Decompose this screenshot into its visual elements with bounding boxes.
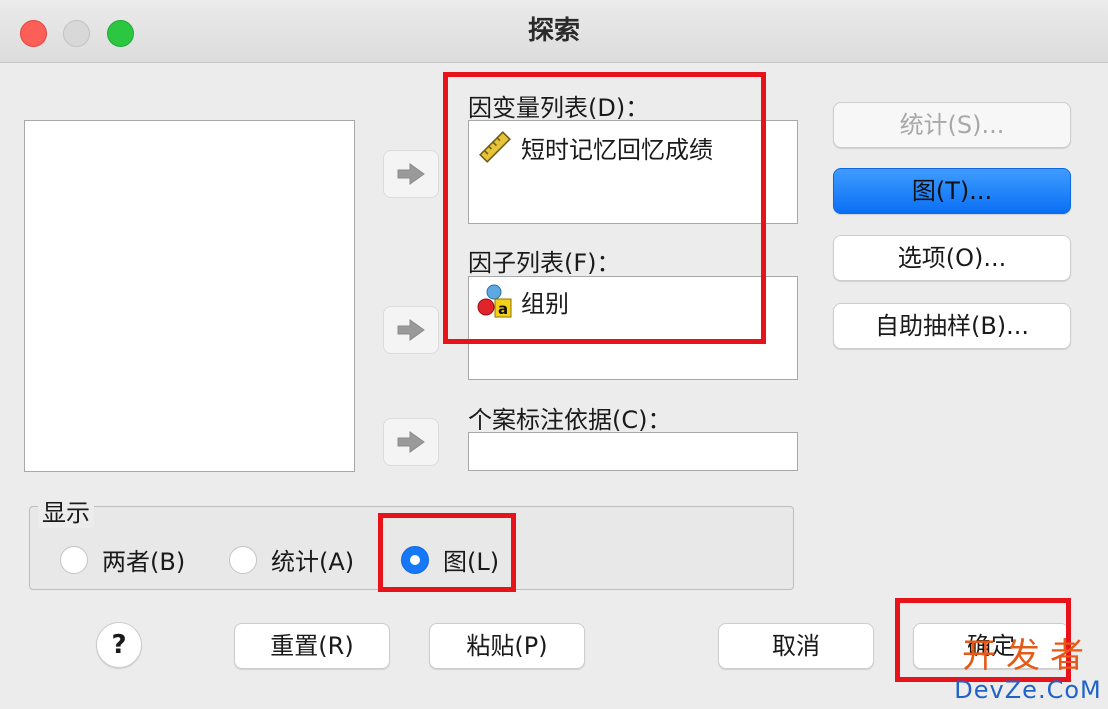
highlight-box-lists (443, 72, 766, 344)
radio-statistics[interactable]: 统计(A) (229, 542, 354, 577)
case-label-field[interactable] (468, 432, 798, 471)
right-arrow-icon (397, 319, 425, 341)
help-button[interactable]: ? (96, 622, 142, 668)
move-to-dependent-button[interactable] (383, 150, 439, 198)
radio-button-icon (60, 545, 88, 574)
paste-button[interactable]: 粘贴(P) (429, 623, 585, 669)
radio-label: 统计(A) (271, 548, 355, 576)
radio-both[interactable]: 两者(B) (60, 542, 185, 577)
radio-label: 两者(B) (102, 548, 186, 576)
right-arrow-icon (397, 163, 425, 185)
window-title: 探索 (527, 16, 580, 46)
right-arrow-icon (397, 431, 425, 453)
move-to-factor-button[interactable] (383, 306, 439, 354)
plots-button[interactable]: 图(T)... (833, 168, 1071, 214)
bootstrap-button[interactable]: 自助抽样(B)... (833, 303, 1071, 349)
highlight-box-plots-radio (378, 513, 516, 592)
move-to-case-label-button[interactable] (383, 418, 439, 466)
case-label-label: 个案标注依据(C)： (468, 406, 672, 434)
source-variable-list[interactable] (24, 120, 355, 472)
reset-button[interactable]: 重置(R) (234, 623, 390, 669)
radio-button-icon (229, 545, 257, 574)
statistics-button[interactable]: 统计(S)... (833, 102, 1071, 148)
options-button[interactable]: 选项(O)... (833, 235, 1071, 281)
highlight-box-ok (895, 598, 1071, 682)
title-bar: 探索 (0, 0, 1108, 63)
cancel-button[interactable]: 取消 (718, 623, 874, 669)
display-group-title: 显示 (38, 493, 94, 528)
